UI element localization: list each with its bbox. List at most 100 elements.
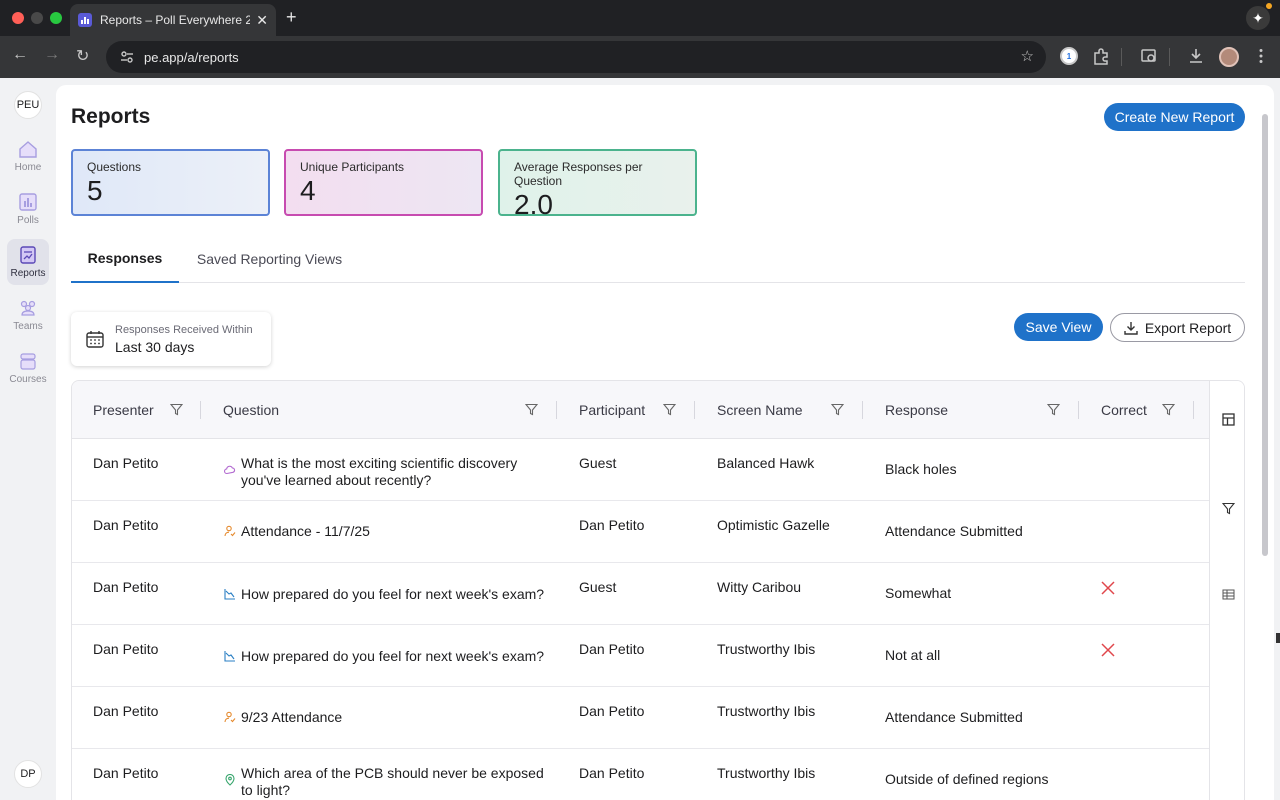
rail-item-teams[interactable]: Teams: [7, 292, 49, 338]
page-scrollbar[interactable]: [1262, 114, 1268, 556]
rail-item-courses[interactable]: Courses: [7, 345, 49, 391]
table-header: Presenter Question Participant Screen Na…: [72, 381, 1209, 439]
site-settings-icon[interactable]: [120, 50, 134, 64]
column-header-response[interactable]: Response: [885, 381, 948, 439]
column-divider[interactable]: [556, 401, 557, 419]
cell-question: How prepared do you feel for next week's…: [241, 648, 545, 664]
stat-label: Questions: [87, 160, 142, 174]
column-header-presenter[interactable]: Presenter: [93, 381, 154, 439]
save-view-button[interactable]: Save View: [1014, 313, 1103, 341]
browser-toolbar: ← → ↻ pe.app/a/reports ☆ 1: [0, 36, 1280, 78]
cell-participant: Dan Petito: [579, 641, 645, 657]
tab-title: Reports – Poll Everywhere 2.0: [100, 13, 251, 27]
bookmark-star-icon[interactable]: ☆: [1021, 47, 1034, 65]
password-manager-icon[interactable]: 1: [1060, 47, 1078, 65]
browser-tab[interactable]: Reports – Poll Everywhere 2.0 ✕: [70, 4, 276, 36]
cell-participant: Guest: [579, 579, 617, 595]
column-header-question[interactable]: Question: [223, 381, 279, 439]
columns-icon[interactable]: [1222, 588, 1235, 601]
back-button[interactable]: ←: [12, 46, 28, 64]
tab-close-icon[interactable]: ✕: [256, 12, 268, 29]
tab-responses[interactable]: Responses: [71, 235, 179, 283]
cell-response: Not at all: [885, 647, 941, 663]
filter-panel-icon[interactable]: [1222, 502, 1235, 515]
cell-presenter: Dan Petito: [93, 579, 159, 595]
table-row[interactable]: Dan Petito Which area of the PCB should …: [72, 749, 1209, 800]
column-header-screen-name[interactable]: Screen Name: [717, 381, 803, 439]
column-header-participant[interactable]: Participant: [579, 381, 645, 439]
report-tabs: Responses Saved Reporting Views: [71, 235, 1245, 283]
filter-icon[interactable]: [525, 403, 538, 416]
map-pin-icon: [225, 774, 235, 786]
word-cloud-icon: [224, 465, 236, 475]
filter-icon[interactable]: [663, 403, 676, 416]
stat-value: 4: [300, 175, 316, 206]
address-bar[interactable]: pe.app/a/reports ☆: [106, 41, 1046, 73]
column-divider[interactable]: [1078, 401, 1079, 419]
maximize-window-button[interactable]: [50, 12, 62, 24]
question-line: Which area of the PCB should never be ex…: [241, 765, 544, 781]
table-row[interactable]: Dan Petito How prepared do you feel for …: [72, 625, 1209, 687]
notification-dot: [1266, 3, 1272, 9]
cell-response: Black holes: [885, 461, 957, 477]
filter-icon[interactable]: [1162, 403, 1175, 416]
create-new-report-button[interactable]: Create New Report: [1104, 103, 1245, 131]
table-row[interactable]: Dan Petito What is the most exciting sci…: [72, 439, 1209, 501]
app-window: PEU Home Polls Reports Teams Courses DP …: [0, 78, 1280, 800]
table-row[interactable]: Dan Petito Attendance - 11/7/25 Dan Peti…: [72, 501, 1209, 563]
cell-question: Which area of the PCB should never be ex…: [241, 765, 544, 799]
report-icon: [20, 246, 36, 264]
cell-presenter: Dan Petito: [93, 455, 159, 471]
user-avatar[interactable]: DP: [14, 760, 42, 788]
cell-response: Outside of defined regions: [885, 771, 1049, 787]
filter-icon[interactable]: [831, 403, 844, 416]
org-switcher[interactable]: PEU: [14, 91, 42, 119]
stat-card-questions: Questions 5: [71, 149, 270, 216]
table-row[interactable]: Dan Petito How prepared do you feel for …: [72, 563, 1209, 625]
rail-label: Teams: [13, 321, 43, 332]
date-range-filter[interactable]: Responses Received Within Last 30 days: [71, 312, 271, 366]
download-icon[interactable]: [1187, 47, 1205, 65]
extensions-icon[interactable]: [1092, 47, 1110, 65]
incorrect-x-icon: [1101, 643, 1115, 657]
tab-search-icon[interactable]: [1140, 47, 1158, 65]
profile-avatar[interactable]: [1219, 47, 1239, 67]
cell-response: Somewhat: [885, 585, 952, 601]
rail-item-home[interactable]: Home: [7, 133, 49, 179]
filter-icon[interactable]: [1047, 403, 1060, 416]
column-divider[interactable]: [200, 401, 201, 419]
browser-menu-icon[interactable]: [1252, 47, 1270, 65]
close-window-button[interactable]: [12, 12, 24, 24]
stat-value: 5: [87, 175, 103, 206]
cell-presenter: Dan Petito: [93, 765, 159, 781]
cell-screen-name: Trustworthy Ibis: [717, 641, 816, 657]
ai-assistant-button[interactable]: ✦: [1246, 6, 1270, 30]
cell-question: What is the most exciting scientific dis…: [241, 455, 517, 489]
incorrect-x-icon: [1101, 581, 1115, 595]
column-divider[interactable]: [694, 401, 695, 419]
cell-participant: Dan Petito: [579, 703, 645, 719]
question-line: to light?: [241, 782, 291, 798]
column-header-correct[interactable]: Correct: [1101, 381, 1147, 439]
cell-screen-name: Witty Caribou: [717, 579, 802, 595]
new-tab-button[interactable]: +: [286, 7, 297, 28]
column-divider[interactable]: [862, 401, 863, 419]
url-text: pe.app/a/reports: [144, 49, 239, 65]
rail-item-reports[interactable]: Reports: [7, 239, 49, 285]
rail-item-polls[interactable]: Polls: [7, 186, 49, 232]
minimize-window-button[interactable]: [31, 12, 43, 24]
forward-button[interactable]: →: [44, 46, 60, 64]
rail-label: Polls: [17, 215, 39, 226]
calendar-icon: [86, 331, 104, 348]
table-view-icon[interactable]: [1222, 413, 1235, 426]
cell-presenter: Dan Petito: [93, 517, 159, 533]
stat-label: Average Responses per Question: [514, 160, 643, 188]
table-row[interactable]: Dan Petito 9/23 Attendance Dan Petito Tr…: [72, 687, 1209, 749]
tab-saved-reporting-views[interactable]: Saved Reporting Views: [192, 235, 347, 283]
survey-icon: [224, 589, 235, 600]
reload-button[interactable]: ↻: [76, 46, 89, 66]
export-report-button[interactable]: Export Report: [1110, 313, 1245, 342]
filter-icon[interactable]: [170, 403, 183, 416]
question-line: What is the most exciting scientific dis…: [241, 455, 518, 471]
column-divider[interactable]: [1193, 401, 1194, 419]
